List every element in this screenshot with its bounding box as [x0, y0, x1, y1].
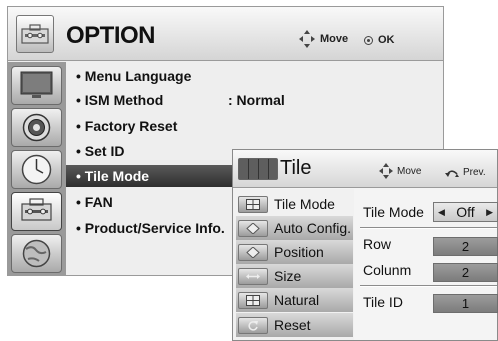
tile-icon [238, 158, 278, 180]
column-label: Colunm [363, 262, 412, 278]
option-icon [16, 15, 54, 53]
tile-submenu: Tile Move Prev. Tile Mode Auto Config. P… [232, 149, 498, 341]
column-value-field[interactable]: 2 [433, 263, 498, 282]
category-sidebar [8, 62, 66, 275]
menu-item-menu-language[interactable]: • Menu Language [66, 65, 443, 87]
position-icon [238, 244, 268, 261]
submenu-prev-hint: Prev. [445, 167, 486, 178]
menu-item-label: • Product/Service Info. [76, 220, 225, 236]
tile-id-value-field[interactable]: 1 [433, 294, 498, 313]
clock-icon[interactable] [11, 150, 62, 189]
return-arrow-icon [445, 169, 459, 177]
submenu-item-label: Natural [274, 292, 320, 308]
tile-grid-icon [238, 196, 268, 213]
tile-mode-label: Tile Mode [363, 204, 424, 220]
option-category-icon[interactable] [11, 192, 62, 231]
submenu-move-hint: Move [379, 163, 421, 179]
divider [360, 285, 497, 287]
speaker-icon[interactable] [11, 108, 62, 147]
tile-submenu-list: Tile Mode Auto Config. Position Size Nat… [233, 189, 354, 340]
menu-item-label: • Factory Reset [76, 118, 178, 134]
auto-config-icon [238, 220, 268, 237]
submenu-item-label: Position [274, 244, 324, 260]
menu-item-label: • Set ID [76, 143, 125, 159]
move-arrows-icon [299, 30, 315, 48]
submenu-item-label: Tile Mode [274, 196, 335, 212]
divider [360, 227, 497, 229]
submenu-item-reset[interactable]: Reset [236, 313, 353, 337]
row-value-field[interactable]: 2 [433, 237, 498, 256]
submenu-item-label: Reset [274, 317, 311, 333]
tile-settings-panel: Tile Mode ◀ Off ▶ Row 2 Colunm 2 Tile ID… [358, 189, 498, 340]
menu-item-ism-method[interactable]: • ISM Method : Normal [66, 89, 443, 111]
row-label: Row [363, 236, 392, 252]
page-title: OPTION [66, 22, 156, 49]
submenu-title: Tile [280, 157, 312, 179]
tile-id-label: Tile ID [363, 294, 403, 310]
menu-item-label: • FAN [76, 194, 113, 210]
submenu-item-size[interactable]: Size [236, 264, 353, 288]
monitor-icon[interactable] [11, 66, 62, 105]
submenu-item-label: Size [274, 268, 302, 284]
arrow-right-icon[interactable]: ▶ [486, 203, 493, 221]
ok-hint-label: OK [378, 34, 395, 46]
move-hint: Move [299, 30, 348, 48]
tile-submenu-header: Tile Move Prev. [233, 150, 497, 188]
menu-item-label: • Tile Mode [76, 168, 150, 184]
submenu-item-label: Auto Config. [274, 220, 352, 236]
menu-item-value: : Normal [228, 92, 285, 108]
move-hint-label: Move [320, 33, 349, 45]
natural-icon [238, 292, 268, 309]
submenu-item-tile-mode[interactable]: Tile Mode [236, 192, 353, 216]
ok-button-icon [364, 35, 373, 45]
arrow-left-icon[interactable]: ◀ [438, 203, 445, 221]
menu-item-label: • Menu Language [76, 68, 192, 84]
submenu-prev-label: Prev. [463, 167, 486, 178]
tile-mode-selector[interactable]: ◀ Off ▶ [433, 202, 498, 222]
move-arrows-icon [379, 163, 393, 179]
option-menu-header: OPTION Move OK [8, 7, 443, 61]
submenu-move-label: Move [397, 165, 422, 177]
size-icon [238, 268, 268, 285]
submenu-item-auto-config[interactable]: Auto Config. [236, 216, 353, 240]
globe-icon[interactable] [11, 234, 62, 273]
reset-icon [238, 317, 268, 334]
menu-item-label: • ISM Method [76, 92, 164, 108]
tile-mode-value: Off [456, 204, 475, 220]
submenu-item-position[interactable]: Position [236, 240, 353, 264]
ok-hint: OK [364, 34, 395, 46]
submenu-item-natural[interactable]: Natural [236, 288, 353, 312]
menu-item-factory-reset[interactable]: • Factory Reset [66, 115, 443, 137]
